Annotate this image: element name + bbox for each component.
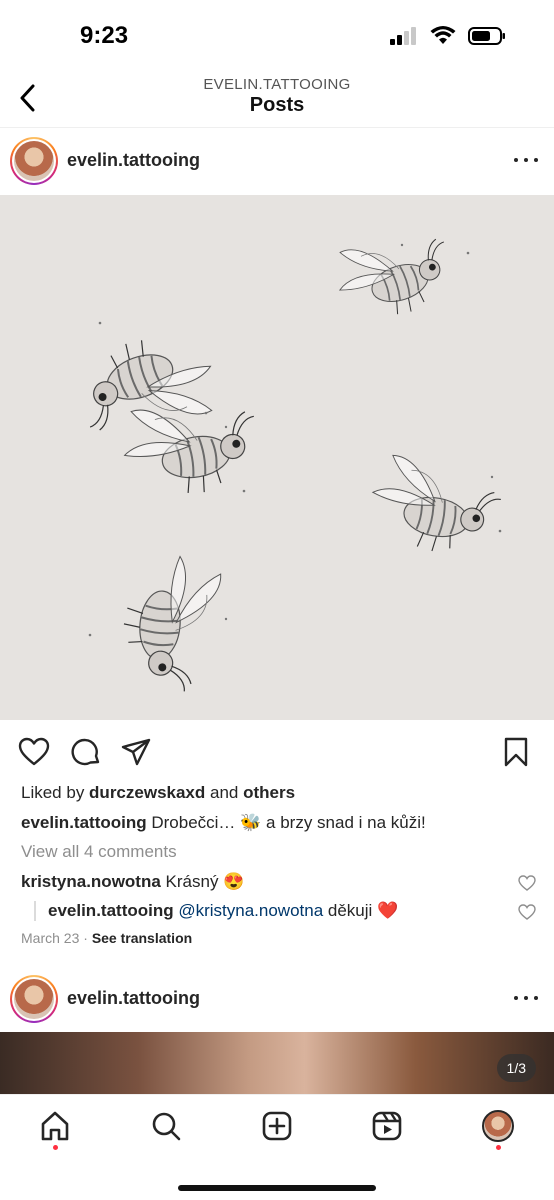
status-time: 9:23 [80,22,129,49]
create-icon [262,1111,292,1141]
liked-by-others[interactable]: others [243,783,295,802]
see-translation-link[interactable]: See translation [92,930,192,946]
bees-illustration [66,219,507,695]
bookmark-icon [504,737,528,767]
post-date: March 23 [21,930,80,946]
more-options-button[interactable] [514,150,538,170]
post-username[interactable]: evelin.tattooing [67,988,200,1009]
tab-create[interactable] [260,1109,294,1143]
comment-button[interactable] [70,736,102,768]
caption-text: Drobečci… 🐝 a brzy snad i na kůži! [146,813,426,832]
tab-profile[interactable] [481,1109,515,1143]
comment-mention[interactable]: @kristyna.nowotna [174,901,323,920]
comment-like-icon[interactable] [518,875,536,891]
comment-reply-item: evelin.tattooing @kristyna.nowotna děkuj… [34,901,514,921]
profile-avatar [482,1110,514,1142]
tab-search[interactable] [149,1109,183,1143]
comment-icon [71,738,100,766]
avatar [14,141,54,181]
status-icons [390,26,506,46]
page-title: Posts [249,94,305,116]
home-icon [41,1111,69,1141]
post-header: evelin.tattooing [0,966,554,1032]
heart-icon [18,737,50,766]
likes-text[interactable]: Liked by durczewskaxd and others [21,783,295,803]
comment-text: Krásný 😍 [160,872,245,891]
comment-like-icon[interactable] [518,904,536,920]
post-header: evelin.tattooing [0,128,554,194]
home-indicator [178,1185,376,1191]
carousel-counter: 1/3 [496,1054,536,1082]
send-icon [121,738,151,766]
signal-icon [390,27,416,45]
post-image[interactable] [0,195,554,720]
post-username[interactable]: evelin.tattooing [67,150,200,171]
tab-bar [0,1094,554,1200]
liked-by-user[interactable]: durczewskaxd [89,783,205,802]
post-meta: March 23 · See translation [21,930,193,946]
more-horizontal-icon [514,158,518,162]
avatar-story-ring[interactable] [10,975,58,1023]
status-bar: 9:23 [0,0,554,70]
comment-username[interactable]: kristyna.nowotna [21,872,161,891]
header: EVELIN.TATTOOING Posts [0,70,554,128]
notification-dot [53,1145,58,1150]
caption-username[interactable]: evelin.tattooing [21,813,147,832]
battery-icon [468,27,505,45]
reels-icon [372,1111,402,1141]
post-actions [0,732,554,772]
tab-reels[interactable] [370,1109,404,1143]
save-button[interactable] [500,736,532,768]
comment-item: kristyna.nowotna Krásný 😍 [21,872,531,892]
more-options-button[interactable] [514,988,538,1008]
avatar [14,979,54,1019]
notification-dot [496,1145,501,1150]
post-caption: evelin.tattooing Drobečci… 🐝 a brzy snad… [21,813,541,833]
like-button[interactable] [18,736,50,768]
view-all-comments-link[interactable]: View all 4 comments [21,842,177,862]
avatar-story-ring[interactable] [10,137,58,185]
search-icon [152,1112,181,1141]
header-subtitle: EVELIN.TATTOOING [203,76,351,93]
comment-text: děkuji ❤️ [323,901,399,920]
tab-home[interactable] [38,1109,72,1143]
wifi-icon [430,26,456,44]
post-image[interactable]: 1/3 [0,1032,554,1094]
more-horizontal-icon [514,996,518,1000]
comment-username[interactable]: evelin.tattooing [48,901,174,920]
share-button[interactable] [120,736,152,768]
